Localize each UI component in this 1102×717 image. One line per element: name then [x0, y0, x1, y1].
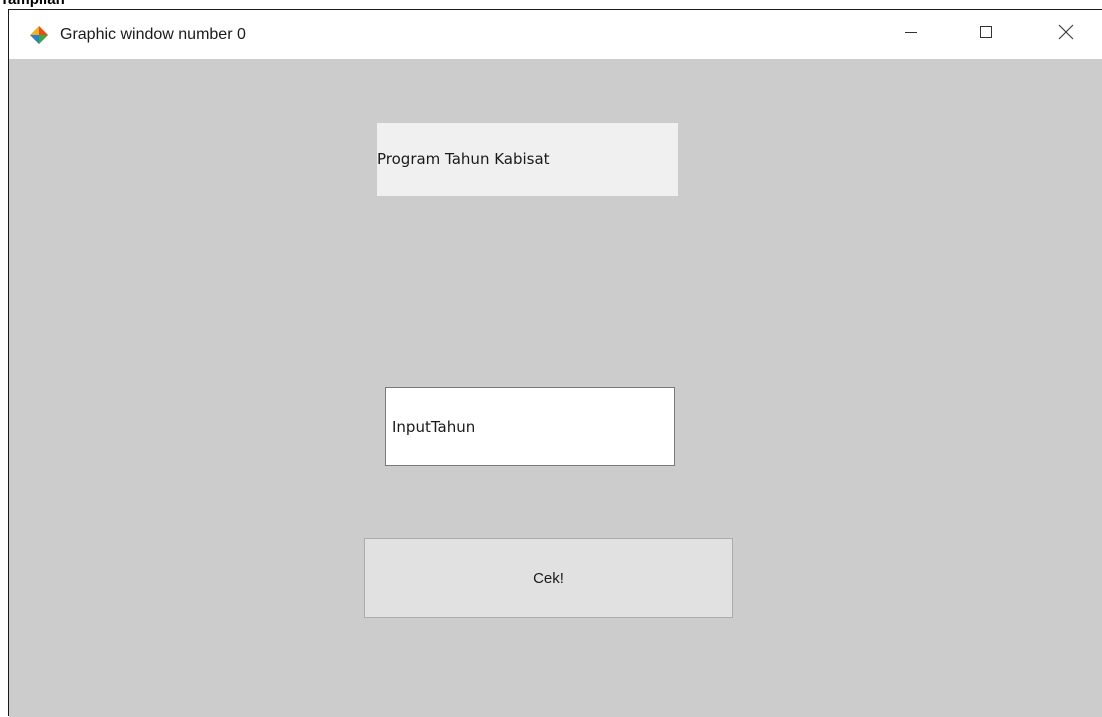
window-content: Program Tahun Kabisat Cek!	[9, 59, 1102, 717]
graphic-window: Graphic window number 0 Program Tahun Ka…	[8, 9, 1102, 717]
maximize-button[interactable]	[963, 10, 1009, 59]
maximize-icon	[979, 25, 993, 44]
year-input[interactable]	[385, 387, 675, 466]
window-title: Graphic window number 0	[60, 26, 246, 43]
program-title-label: Program Tahun Kabisat	[377, 123, 678, 196]
close-button[interactable]	[1043, 10, 1089, 59]
scilab-diamond-icon	[29, 25, 49, 45]
window-titlebar[interactable]: Graphic window number 0	[9, 10, 1102, 59]
minimize-button[interactable]	[888, 10, 934, 59]
close-icon	[1058, 24, 1074, 45]
minimize-icon	[904, 25, 918, 44]
document-caption: Tampilan	[0, 0, 65, 9]
check-button[interactable]: Cek!	[364, 538, 733, 618]
